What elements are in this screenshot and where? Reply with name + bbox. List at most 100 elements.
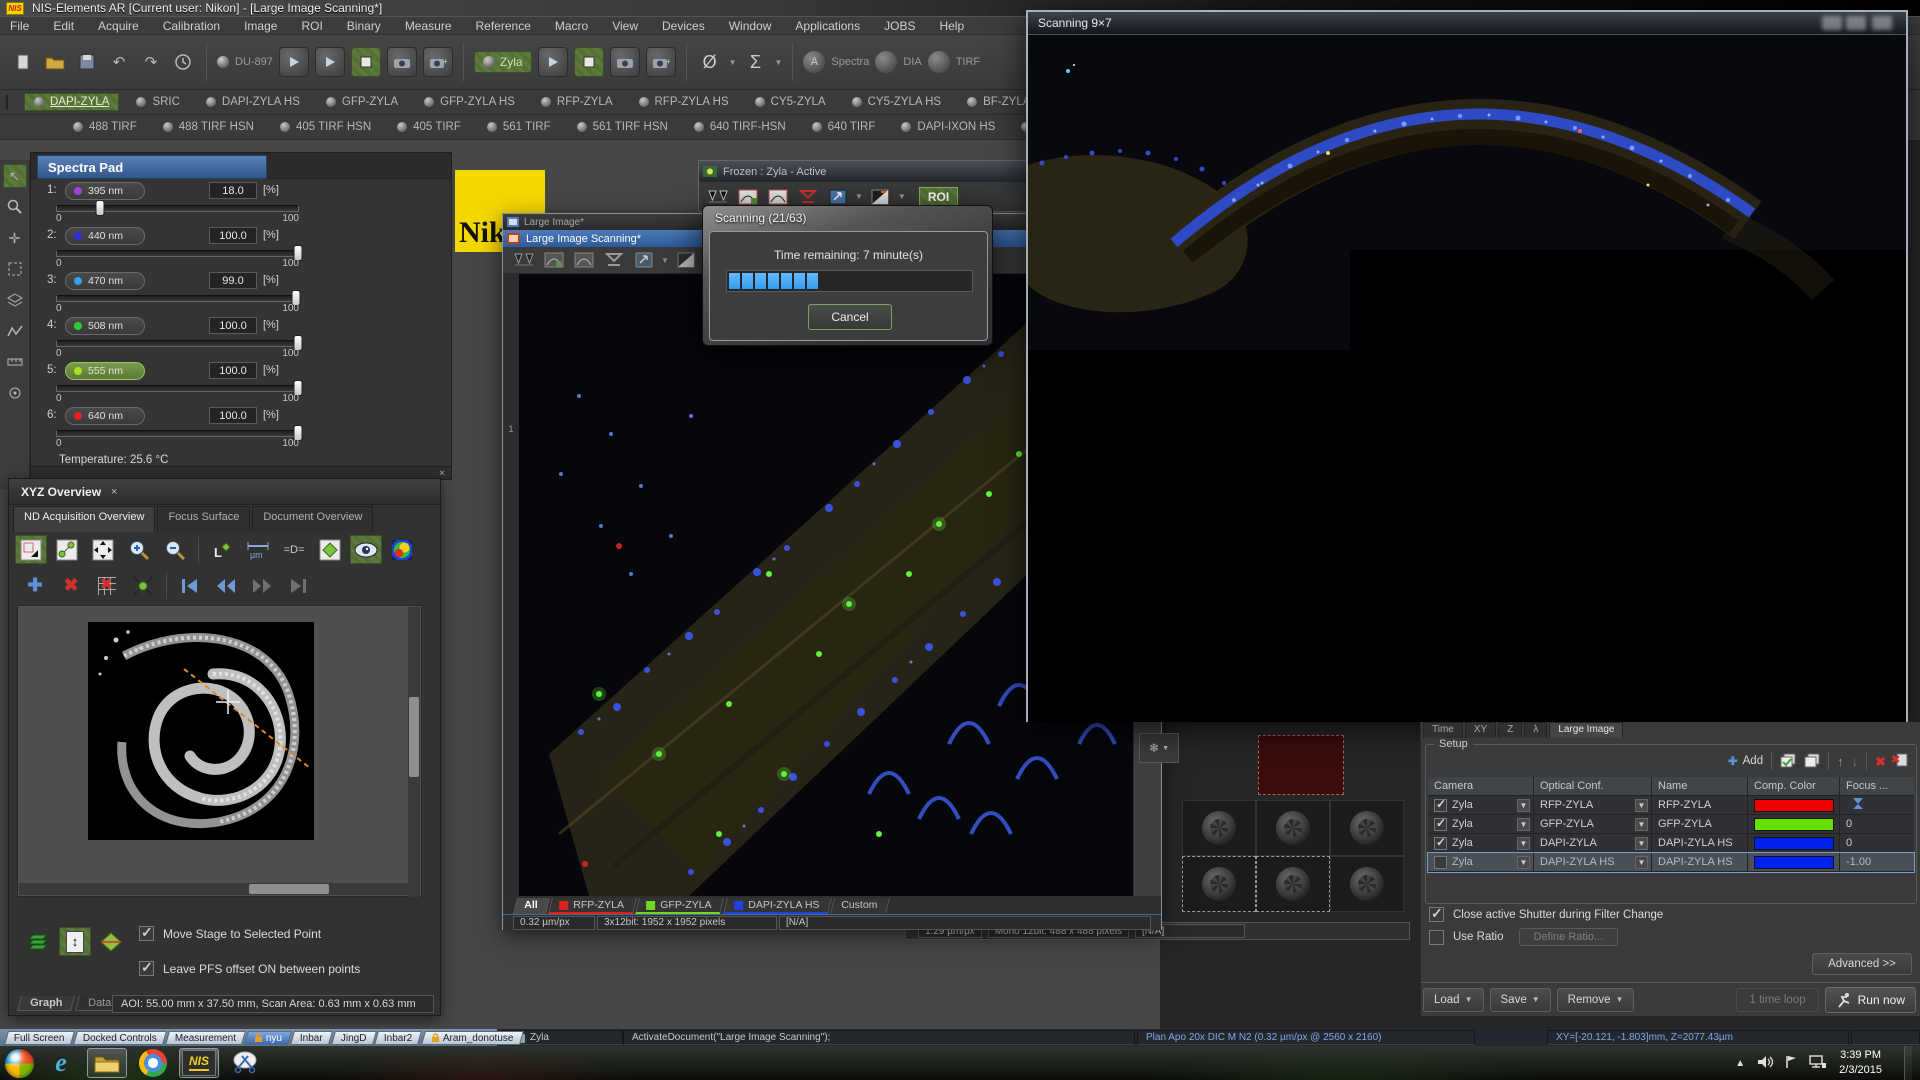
optical-config-button[interactable]: CY5-ZYLA HS [843, 94, 951, 110]
reset-lut-icon[interactable] [601, 250, 626, 271]
menu-item[interactable]: Help [939, 19, 964, 33]
layout-tab[interactable]: Full Screen [4, 1031, 75, 1045]
menu-item[interactable]: Reference [476, 19, 531, 33]
wavelength-button[interactable]: 440 nm [65, 227, 145, 245]
wavelength-button[interactable]: 470 nm [65, 272, 145, 290]
zyla-freeze-button[interactable] [574, 47, 604, 77]
select-region-tool-icon[interactable] [3, 257, 27, 281]
optical-config-button[interactable]: 561 TIRF [478, 119, 560, 135]
menu-item[interactable]: JOBS [884, 19, 915, 33]
z-range-icon[interactable]: ↕ [59, 927, 91, 956]
optical-config-list-icon[interactable] [6, 95, 8, 109]
channel-enabled-checkbox[interactable] [1434, 837, 1447, 850]
chevron-down-icon[interactable]: ▼ [661, 256, 669, 265]
select-point-tool-icon[interactable] [15, 535, 47, 564]
send-to-icon[interactable] [631, 250, 656, 271]
ruler-tool-icon[interactable] [3, 350, 27, 374]
histogram-icon[interactable] [571, 250, 596, 271]
optical-config-button[interactable]: 405 TIRF HSN [271, 119, 380, 135]
contrast-icon[interactable] [868, 186, 893, 207]
zyla-capture-plus-button[interactable]: + [646, 47, 676, 77]
aperture-thumbnail-selected[interactable] [1182, 856, 1256, 912]
dia-lamp-button[interactable] [875, 51, 897, 73]
layout-tab[interactable]: Aram_donotuse [420, 1031, 523, 1045]
setup-table-row[interactable]: Zyla▼ DAPI-ZYLA▼ DAPI-ZYLA HS 0 [1428, 834, 1914, 853]
action-center-flag-icon[interactable] [1785, 1055, 1797, 1072]
du897-capture-button[interactable] [387, 47, 417, 77]
previous-point-icon[interactable] [210, 571, 242, 600]
objective-readout[interactable]: Plan Apo 20x DIC M N2 (0.32 µm/px @ 2560… [1137, 1030, 1475, 1045]
xyz-panel-tab[interactable]: ND Acquisition Overview [13, 506, 155, 532]
scrollbar-thumb[interactable] [409, 697, 419, 777]
scale-bar-icon[interactable]: µm [242, 535, 274, 564]
menu-item[interactable]: Macro [555, 19, 588, 33]
copy-all-icon[interactable] [1804, 753, 1820, 770]
chevron-down-icon[interactable]: ▼ [1635, 799, 1648, 812]
menu-item[interactable]: Image [244, 19, 277, 33]
chevron-down-icon[interactable]: ▼ [1635, 837, 1648, 850]
wavelength-button[interactable]: 555 nm [65, 362, 145, 380]
chevron-down-icon[interactable]: ▼ [775, 58, 783, 67]
aperture-thumbnail[interactable] [1330, 800, 1404, 856]
next-point-icon[interactable] [246, 571, 278, 600]
chevron-down-icon[interactable]: ▼ [729, 58, 737, 67]
channel-tab[interactable]: GFP-ZYLA [635, 898, 724, 914]
contrast-icon[interactable] [674, 250, 699, 271]
menu-item[interactable]: Binary [347, 19, 381, 33]
show-hidden-icons[interactable]: ▲ [1735, 1058, 1745, 1069]
add-point-icon[interactable]: ✚ [19, 571, 51, 600]
setup-table-row[interactable]: Zyla▼ RFP-ZYLA▼ RFP-ZYLA [1428, 796, 1914, 815]
menu-item[interactable]: Calibration [163, 19, 220, 33]
optical-config-button[interactable]: RFP-ZYLA HS [630, 94, 738, 110]
open-folder-icon[interactable] [42, 49, 68, 75]
component-color-swatch[interactable] [1754, 818, 1834, 831]
auto-exposure-button[interactable]: A [803, 51, 825, 73]
snipping-tool-icon[interactable] [225, 1048, 265, 1078]
zoom-in-icon[interactable] [123, 535, 155, 564]
add-channel-button[interactable]: ✚Add [1728, 754, 1763, 768]
chevron-down-icon[interactable]: ▼ [1635, 818, 1648, 831]
optical-config-button[interactable]: DAPI-ZYLA [24, 93, 119, 111]
optical-config-button[interactable]: SRIC [127, 94, 188, 110]
menu-item[interactable]: File [10, 19, 29, 33]
du897-capture-plus-button[interactable]: + [423, 47, 453, 77]
delete-all-points-icon[interactable]: ✖ [91, 571, 123, 600]
du897-play-button[interactable] [279, 47, 309, 77]
nd-tab[interactable]: XY [1465, 722, 1496, 738]
aperture-thumbnail[interactable] [1256, 800, 1330, 856]
reset-lut-icon[interactable] [795, 186, 820, 207]
close-icon[interactable]: × [111, 486, 117, 498]
center-to-point-icon[interactable] [127, 571, 159, 600]
chevron-down-icon[interactable]: ▼ [898, 192, 906, 201]
component-color-swatch[interactable] [1754, 856, 1834, 869]
spectra-pad-title-tab[interactable]: Spectra Pad [37, 155, 267, 179]
move-down-icon[interactable]: ↓ [1852, 755, 1859, 768]
send-to-icon[interactable] [825, 186, 850, 207]
zyla-capture-button[interactable] [610, 47, 640, 77]
channel-tab[interactable]: RFP-ZYLA [548, 898, 637, 914]
axis-labels-icon[interactable]: =D= [278, 535, 310, 564]
xyz-panel-tab[interactable]: Document Overview [252, 506, 373, 532]
stage-overview-viewport[interactable] [17, 605, 422, 897]
profile-tool-icon[interactable] [3, 319, 27, 343]
xyz-panel-titlebar[interactable]: XYZ Overview × [9, 479, 440, 505]
column-header[interactable]: Optical Conf. [1534, 777, 1652, 795]
column-header[interactable]: Focus ... [1840, 777, 1914, 795]
undo-icon[interactable]: ↶ [106, 49, 132, 75]
new-document-icon[interactable] [10, 49, 36, 75]
setup-table-row[interactable]: Zyla▼ GFP-ZYLA▼ GFP-ZYLA 0 [1428, 815, 1914, 834]
volume-icon[interactable] [1757, 1055, 1773, 1072]
pfs-point-icon[interactable] [95, 927, 127, 956]
chevron-down-icon[interactable]: ▼ [1517, 799, 1530, 812]
chevron-down-icon[interactable]: ▼ [1517, 837, 1530, 850]
move-stage-checkbox[interactable] [139, 926, 154, 941]
channel-tab[interactable]: Custom [830, 898, 890, 914]
maximize-button[interactable] [1846, 16, 1866, 30]
optical-config-button[interactable]: GFP-ZYLA [317, 94, 407, 110]
intensity-value-field[interactable]: 100.0 [209, 317, 257, 334]
focus-offset-value[interactable]: -1.00 [1846, 856, 1871, 868]
aperture-thumbnail[interactable] [1182, 800, 1256, 856]
scrollbar-thumb[interactable] [249, 884, 329, 894]
save-button[interactable]: Save▼ [1490, 988, 1551, 1012]
horizontal-scrollbar[interactable] [19, 883, 409, 895]
